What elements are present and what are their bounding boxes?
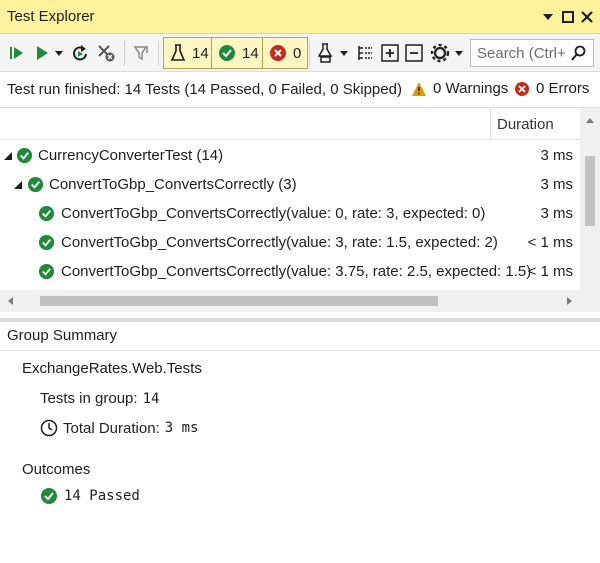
passed-icon [38,234,55,251]
warning-icon [412,81,426,96]
tree-row-duration: 3 ms [540,176,573,193]
passed-icon [41,488,57,504]
tree-row-method[interactable]: ConvertToGbp_ConvertsCorrectly (3) 3 ms [0,170,580,199]
search-input[interactable]: Search (Ctrl+I) [477,45,565,62]
tests-in-group-label: Tests in group: [40,390,138,407]
tree-row-duration: 3 ms [540,205,573,222]
warnings-indicator[interactable]: 0 Warnings [411,80,508,97]
tree-row-label: ConvertToGbp_ConvertsCorrectly(value: 3,… [61,234,498,251]
group-icon[interactable] [355,39,375,67]
summary-divider [0,350,600,351]
tree-row-test-case[interactable]: ConvertToGbp_ConvertsCorrectly(value: 3,… [0,228,580,257]
tree-row-test-case[interactable]: ConvertToGbp_ConvertsCorrectly(value: 0,… [0,199,580,228]
run-icon[interactable] [34,39,50,67]
close-icon[interactable] [579,9,595,25]
tree-row-label: ConvertToGbp_ConvertsCorrectly(value: 0,… [61,205,486,222]
toolbar: 14 14 0 Search (Ctrl+I) [0,34,600,72]
cancel-icon[interactable] [96,39,116,67]
vertical-scrollbar[interactable] [580,108,600,290]
search-icon[interactable] [569,44,587,65]
failed-tests-filter[interactable]: 0 [262,37,309,69]
run-all-icon[interactable] [8,39,26,67]
total-duration-value: 3 ms [164,420,199,436]
settings-icon[interactable] [430,39,450,67]
passed-tests-filter[interactable]: 14 [211,37,266,69]
status-bar: Test run finished: 14 Tests (14 Passed, … [0,72,600,108]
scroll-left-icon[interactable] [6,296,14,306]
chevron-down-icon[interactable] [540,9,556,25]
tree-row-label: ConvertToGbp_ConvertsCorrectly(value: 3.… [61,263,532,280]
summary-group-name: ExchangeRates.Web.Tests [22,360,202,377]
horizontal-scroll-thumb[interactable] [40,296,438,306]
errors-count: 0 Errors [536,80,590,97]
horizontal-scrollbar[interactable] [0,290,580,312]
vertical-scroll-thumb[interactable] [585,156,595,226]
outcome-passed-label: 14 Passed [64,488,140,504]
dropdown-icon[interactable] [339,39,349,67]
clock-icon [40,419,58,437]
failed-icon [270,45,286,61]
summary-title: Group Summary [7,327,118,344]
dropdown-icon[interactable] [454,39,464,67]
pin-icon[interactable] [560,9,576,25]
errors-indicator[interactable]: 0 Errors [514,80,589,97]
passed-icon [16,147,33,164]
collapse-all-icon[interactable] [404,39,424,67]
tree-row-duration: < 1 ms [527,263,573,280]
total-tests-filter[interactable]: 14 [163,37,216,69]
window-title: Test Explorer [7,8,95,25]
playlist-icon[interactable] [316,39,336,67]
warnings-count: 0 Warnings [433,80,509,97]
tree-row-class[interactable]: CurrencyConverterTest (14) 3 ms [0,141,580,170]
error-icon [515,81,529,96]
test-tree: Duration CurrencyConverterTest (14) 3 ms… [0,108,600,318]
expand-all-icon[interactable] [380,39,400,67]
passed-icon [38,263,55,280]
title-bar: Test Explorer [0,0,600,34]
rerun-icon[interactable] [70,39,90,67]
dropdown-icon[interactable] [54,39,64,67]
summary-total-duration: Total Duration: 3 ms [40,419,198,437]
passed-icon [38,205,55,222]
failed-count: 0 [293,44,302,62]
flask-icon [170,44,186,61]
outcomes-heading: Outcomes [22,461,91,478]
column-header: Duration [0,108,580,140]
scroll-up-icon[interactable] [585,116,595,124]
run-status-message: Test run finished: 14 Tests (14 Passed, … [7,81,403,98]
passed-icon [27,176,44,193]
collapse-arrow-icon[interactable] [3,151,13,161]
scrollbar-corner [580,290,600,312]
tree-row-test-case[interactable]: ConvertToGbp_ConvertsCorrectly(value: 3.… [0,257,580,286]
tree-row-label: ConvertToGbp_ConvertsCorrectly (3) [49,176,297,193]
tree-row-duration: < 1 ms [527,234,573,251]
passed-count: 14 [242,44,259,62]
passed-icon [219,45,235,61]
toolbar-separator [158,41,159,65]
summary-tests-in-group: Tests in group: 14 [40,390,159,407]
tests-in-group-value: 14 [142,391,160,407]
tree-row-label: CurrencyConverterTest (14) [38,147,224,164]
tree-row-duration: 3 ms [540,147,573,164]
group-summary-panel: Group Summary ExchangeRates.Web.Tests Te… [0,322,600,563]
outcome-passed[interactable]: 14 Passed [40,487,140,505]
total-count: 14 [192,44,209,62]
search-box[interactable]: Search (Ctrl+I) [470,39,594,67]
filter-icon[interactable] [132,39,152,67]
scroll-right-icon[interactable] [566,296,574,306]
collapse-arrow-icon[interactable] [13,180,23,190]
toolbar-separator [124,41,125,65]
total-duration-label: Total Duration: [63,419,160,437]
duration-column-header[interactable]: Duration [490,108,580,140]
toolbar-separator [309,41,310,65]
